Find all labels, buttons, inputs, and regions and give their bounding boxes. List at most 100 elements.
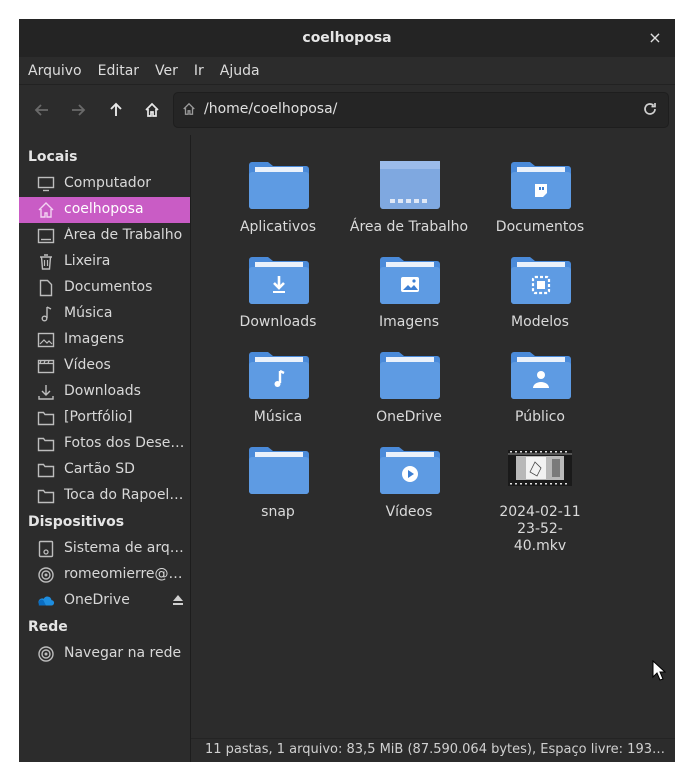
sidebar-item-label: [Portfólio] xyxy=(64,409,133,425)
section-rede: Rede xyxy=(28,619,68,635)
network-icon xyxy=(37,566,55,584)
item-label: Downloads xyxy=(239,314,317,330)
reload-icon[interactable] xyxy=(640,99,660,119)
menu-bar: Arquivo Editar Ver Ir Ajuda xyxy=(19,57,675,84)
folder-icon xyxy=(37,409,55,427)
item-label: Música xyxy=(253,409,303,425)
onedrive-icon xyxy=(37,592,55,610)
sidebar-item-portf-lio[interactable]: [Portfólio] xyxy=(19,405,190,431)
item-label: Público xyxy=(515,409,565,425)
music-folder-icon xyxy=(249,351,309,399)
home-icon[interactable] xyxy=(140,98,164,122)
sidebar-item-label: Sistema de arquivos xyxy=(64,540,186,556)
sidebar-item-m-sica[interactable]: Música xyxy=(19,301,190,327)
menu-ajuda[interactable]: Ajuda xyxy=(211,63,267,79)
drive-icon xyxy=(37,540,55,558)
video-thumbnail xyxy=(508,450,572,498)
status-bar: 11 pastas, 1 arquivo: 83,5 MiB (87.590.0… xyxy=(191,738,675,762)
folder-item[interactable]: Aplicativos xyxy=(213,155,343,245)
title-bar[interactable]: coelhoposa × xyxy=(19,19,675,57)
sidebar-item-label: Navegar na rede xyxy=(64,645,182,661)
item-label: Vídeos xyxy=(385,504,433,520)
menu-ir[interactable]: Ir xyxy=(185,63,211,79)
item-label: Documentos xyxy=(495,219,585,235)
menu-editar[interactable]: Editar xyxy=(89,63,146,79)
sidebar-item-label: romeomierre@gmail.com xyxy=(64,566,186,582)
sidebar-item-cart-o-sd[interactable]: Cartão SD xyxy=(19,457,190,483)
section-dispositivos: Dispositivos xyxy=(28,514,125,530)
sidebar-item-romeomierre-gmail-com[interactable]: romeomierre@gmail.com xyxy=(19,562,190,588)
sidebar-item-label: Imagens xyxy=(64,331,125,347)
folder-icon xyxy=(37,461,55,479)
sidebar-item-label: Vídeos xyxy=(64,357,111,373)
folder-item[interactable]: Área de Trabalho xyxy=(344,155,474,245)
folder-item[interactable]: OneDrive xyxy=(344,345,474,435)
music-icon xyxy=(37,305,55,323)
folder-item[interactable]: Público xyxy=(475,345,605,435)
desktop-folder-icon xyxy=(380,161,440,209)
sidebar-item-computador[interactable]: Computador xyxy=(19,171,190,197)
folder-item[interactable]: Downloads xyxy=(213,250,343,340)
sidebar-item-lixeira[interactable]: Lixeira xyxy=(19,249,190,275)
download-icon xyxy=(37,383,55,401)
item-label: snap xyxy=(261,504,295,520)
sidebar-item-navegar-na-rede[interactable]: Navegar na rede xyxy=(19,641,190,667)
computer-icon xyxy=(37,175,55,193)
close-icon[interactable]: × xyxy=(645,28,665,48)
folder-icon xyxy=(249,446,309,494)
item-label: Imagens xyxy=(378,314,439,330)
folder-icon xyxy=(249,161,309,209)
location-bar[interactable]: /home/coelhoposa/ xyxy=(173,92,669,128)
desktop-icon xyxy=(37,227,55,245)
location-path: /home/coelhoposa/ xyxy=(204,101,338,117)
templates-folder-icon xyxy=(511,256,571,304)
folder-icon xyxy=(37,435,55,453)
folder-icon xyxy=(37,487,55,505)
home-icon xyxy=(37,201,55,219)
sidebar-item-toca-do-rapoelho[interactable]: Toca do Rapoelho xyxy=(19,483,190,509)
folder-item[interactable]: Vídeos xyxy=(344,440,474,530)
file-item[interactable]: 2024-02-11 23-52-40.mkv xyxy=(475,440,605,554)
pictures-folder-icon xyxy=(380,256,440,304)
item-label: Aplicativos xyxy=(239,219,317,235)
sidebar-item-label: Downloads xyxy=(64,383,141,399)
sidebar-item-onedrive[interactable]: OneDrive xyxy=(19,588,190,614)
status-text: 11 pastas, 1 arquivo: 83,5 MiB (87.590.0… xyxy=(205,742,665,757)
public-folder-icon xyxy=(511,351,571,399)
item-label: Área de Trabalho xyxy=(349,219,469,235)
sidebar-item-label: OneDrive xyxy=(64,592,130,608)
folder-item[interactable]: snap xyxy=(213,440,343,530)
sidebar-item-documentos[interactable]: Documentos xyxy=(19,275,190,301)
sidebar-item-label: coelhoposa xyxy=(64,201,144,217)
sidebar: Locais Dispositivos Rede Computador coelh… xyxy=(19,135,191,762)
trash-icon xyxy=(37,253,55,271)
item-label: Modelos xyxy=(511,314,569,330)
sidebar-item-label: Computador xyxy=(64,175,152,191)
eject-icon[interactable] xyxy=(172,594,184,606)
sidebar-item-label: Fotos dos Desenhos xyxy=(64,435,186,451)
folder-item[interactable]: Documentos xyxy=(475,155,605,245)
section-locais: Locais xyxy=(28,149,78,165)
toolbar: /home/coelhoposa/ xyxy=(19,84,675,136)
sidebar-item-sistema-de-arquivos[interactable]: Sistema de arquivos xyxy=(19,536,190,562)
up-icon[interactable] xyxy=(104,98,128,122)
menu-ver[interactable]: Ver xyxy=(146,63,185,79)
back-icon[interactable] xyxy=(30,98,54,122)
sidebar-item-imagens[interactable]: Imagens xyxy=(19,327,190,353)
menu-arquivo[interactable]: Arquivo xyxy=(19,63,89,79)
videos-folder-icon xyxy=(380,446,440,494)
video-icon xyxy=(37,357,55,375)
sidebar-item-downloads[interactable]: Downloads xyxy=(19,379,190,405)
folder-item[interactable]: Imagens xyxy=(344,250,474,340)
forward-icon[interactable] xyxy=(66,98,90,122)
sidebar-item-label: Música xyxy=(64,305,113,321)
sidebar-item-label: Documentos xyxy=(64,279,153,295)
file-view[interactable]: Aplicativos Área de Trabalho Documentos Dow… xyxy=(191,135,675,739)
folder-item[interactable]: Modelos xyxy=(475,250,605,340)
sidebar-item-fotos-dos-desenhos[interactable]: Fotos dos Desenhos xyxy=(19,431,190,457)
sidebar-item-rea-de-trabalho[interactable]: Área de Trabalho xyxy=(19,223,190,249)
sidebar-item-v-deos[interactable]: Vídeos xyxy=(19,353,190,379)
sidebar-item-coelhoposa[interactable]: coelhoposa xyxy=(19,197,190,223)
documents-folder-icon xyxy=(511,161,571,209)
folder-item[interactable]: Música xyxy=(213,345,343,435)
